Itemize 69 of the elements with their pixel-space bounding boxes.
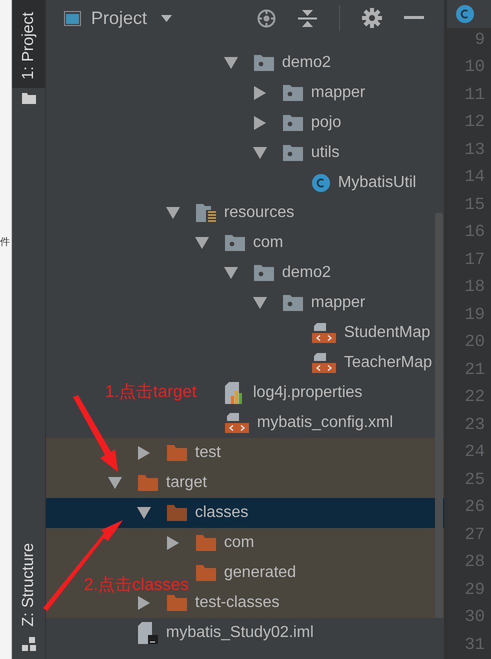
- package-folder-icon: [254, 265, 274, 281]
- tree-item[interactable]: test-classes: [195, 594, 280, 612]
- tree-item[interactable]: MybatisUtil: [338, 174, 416, 192]
- expand-arrow-icon[interactable]: [108, 477, 122, 489]
- package-folder-icon: [283, 115, 303, 131]
- expand-arrow-icon[interactable]: [224, 57, 238, 69]
- tree-item[interactable]: target: [166, 474, 207, 492]
- collapse-arrow-icon[interactable]: [137, 446, 151, 460]
- background-text: 件: [0, 236, 11, 250]
- tree-item[interactable]: com: [224, 534, 254, 552]
- tree-item[interactable]: classes: [195, 504, 248, 522]
- tree-item[interactable]: log4j.properties: [253, 384, 362, 402]
- settings-icon[interactable]: [362, 8, 382, 28]
- expand-arrow-icon[interactable]: [195, 237, 209, 249]
- module-file-icon: [138, 622, 158, 644]
- collapse-arrow-icon[interactable]: [253, 86, 267, 100]
- expand-arrow-icon[interactable]: [137, 507, 151, 519]
- tree-item[interactable]: TeacherMap: [344, 354, 432, 372]
- tree-item[interactable]: generated: [224, 564, 296, 582]
- folder-icon: [196, 565, 216, 581]
- tree-item[interactable]: mapper: [311, 294, 366, 312]
- project-view-icon: [64, 10, 81, 26]
- xml-file-icon: [312, 323, 336, 343]
- dropdown-caret-icon[interactable]: [161, 14, 172, 22]
- expand-arrow-icon[interactable]: [224, 267, 238, 279]
- project-tab[interactable]: 1: Project: [12, 0, 45, 88]
- tree-item[interactable]: mybatis_config.xml: [257, 414, 394, 432]
- package-folder-icon: [283, 85, 303, 101]
- class-icon: [312, 174, 330, 192]
- xml-file-icon: [312, 353, 336, 373]
- collapse-all-icon[interactable]: [298, 8, 317, 28]
- minimize-icon[interactable]: [404, 16, 424, 20]
- annotation-text: 1.点击target: [105, 381, 197, 403]
- tree-item[interactable]: com: [253, 234, 284, 252]
- editor-tab[interactable]: [447, 0, 491, 28]
- tree-item[interactable]: utils: [311, 144, 340, 162]
- folder-icon: [22, 92, 36, 104]
- class-icon: [456, 4, 474, 23]
- expand-arrow-icon[interactable]: [253, 147, 267, 159]
- panel-title[interactable]: Project: [91, 8, 148, 28]
- package-folder-icon: [225, 235, 245, 251]
- package-folder-icon: [283, 295, 303, 311]
- collapse-arrow-icon[interactable]: [166, 536, 180, 550]
- folder-icon: [196, 535, 216, 551]
- xml-file-icon: [225, 413, 249, 433]
- tree-item[interactable]: demo2: [282, 54, 331, 72]
- expand-arrow-icon[interactable]: [166, 207, 180, 219]
- tree-item[interactable]: test: [195, 444, 221, 462]
- structure-icon: [22, 637, 36, 651]
- folder-icon: [167, 445, 187, 461]
- tree-item[interactable]: StudentMap: [344, 324, 430, 342]
- properties-file-icon: [225, 382, 245, 404]
- resources-folder-icon: [196, 204, 216, 222]
- tree-item[interactable]: mapper: [311, 84, 366, 102]
- tree-item[interactable]: mybatis_Study02.iml: [166, 624, 314, 642]
- collapse-arrow-icon[interactable]: [137, 596, 151, 610]
- tree-item[interactable]: pojo: [311, 114, 342, 132]
- package-folder-icon: [283, 145, 303, 161]
- tree-item[interactable]: resources: [224, 204, 294, 222]
- folder-icon: [167, 595, 187, 611]
- folder-icon: [138, 475, 158, 491]
- locate-icon[interactable]: [257, 8, 276, 28]
- expand-arrow-icon[interactable]: [253, 297, 267, 309]
- collapse-arrow-icon[interactable]: [253, 116, 267, 130]
- tree-item[interactable]: demo2: [282, 264, 331, 282]
- annotation-text: 2.点击classes: [84, 574, 189, 596]
- scrollbar-thumb[interactable]: [435, 213, 443, 618]
- folder-icon: [167, 505, 187, 521]
- package-folder-icon: [254, 55, 274, 71]
